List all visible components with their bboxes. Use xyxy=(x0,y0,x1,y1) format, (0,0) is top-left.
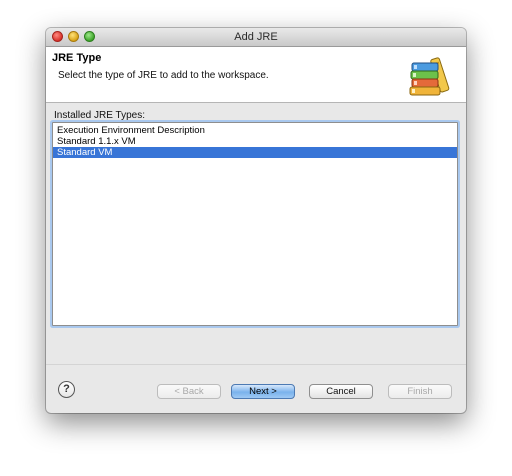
footer-divider xyxy=(46,364,466,365)
finish-button[interactable]: Finish xyxy=(388,384,452,399)
library-books-icon xyxy=(409,57,450,96)
cancel-button[interactable]: Cancel xyxy=(309,384,373,399)
next-button[interactable]: Next > xyxy=(231,384,295,399)
back-button[interactable]: < Back xyxy=(157,384,221,399)
jre-type-list[interactable]: Execution Environment Description Standa… xyxy=(52,122,458,326)
page-description: Select the type of JRE to add to the wor… xyxy=(58,70,269,81)
add-jre-dialog: Add JRE JRE Type Select the type of JRE … xyxy=(46,28,466,413)
title-bar[interactable]: Add JRE xyxy=(46,28,466,47)
page-title: JRE Type xyxy=(52,52,102,64)
list-item-standard-vm[interactable]: Standard VM xyxy=(53,147,457,158)
list-item-standard-1-1-x-vm[interactable]: Standard 1.1.x VM xyxy=(53,136,457,147)
list-item-execution-environment-description[interactable]: Execution Environment Description xyxy=(53,125,457,136)
help-icon[interactable]: ? xyxy=(58,381,75,398)
window-title: Add JRE xyxy=(234,31,278,43)
wizard-header: JRE Type Select the type of JRE to add t… xyxy=(46,47,466,103)
installed-jre-types-label: Installed JRE Types: xyxy=(54,110,145,121)
